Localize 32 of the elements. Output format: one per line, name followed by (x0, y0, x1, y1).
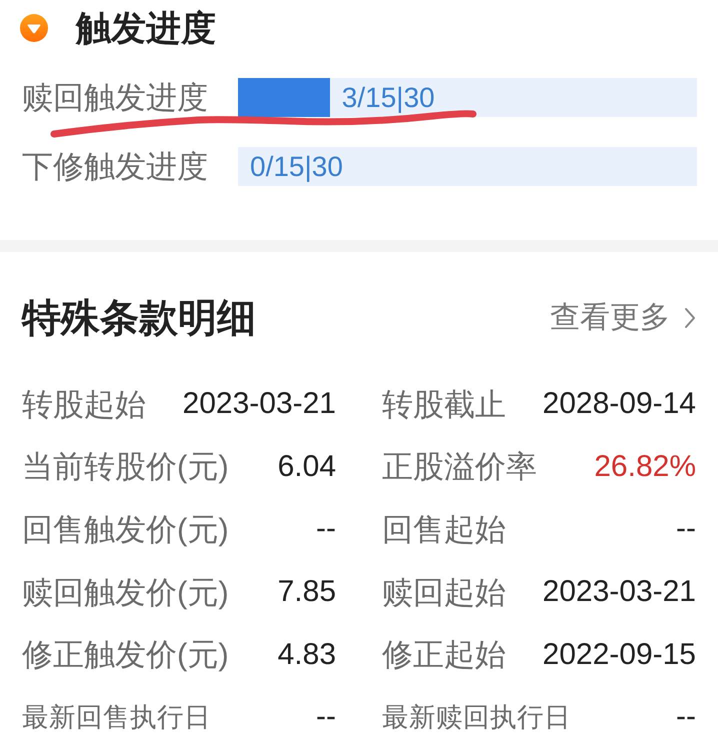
term-value: -- (316, 514, 336, 544)
term-value: -- (316, 702, 336, 732)
term-label: 转股截止 (382, 388, 506, 420)
term-value: 2028-09-14 (542, 389, 696, 420)
term-label: 赎回触发价(元) (22, 576, 229, 608)
term-label: 修正触发价(元) (22, 639, 229, 670)
term-label: 最新赎回执行日 (382, 704, 571, 731)
term-label: 赎回起始 (382, 576, 506, 608)
chevron-right-icon (684, 307, 696, 329)
term-value: -- (676, 702, 696, 732)
term-label: 回售触发价(元) (22, 514, 229, 545)
section-title: 触发进度 (76, 10, 216, 46)
term-label: 正股溢价率 (382, 451, 537, 482)
term-label: 转股起始 (22, 388, 146, 420)
term-value: 2022-09-15 (542, 640, 696, 670)
progress-reading: 3/15|30 (342, 84, 435, 112)
progress-label: 下修触发进度 (21, 151, 209, 182)
term-label: 最新回售执行日 (22, 704, 211, 731)
progress-reading: 0/15|30 (250, 152, 343, 180)
term-value: 7.85 (278, 577, 336, 608)
term-value: 26.82% (594, 452, 696, 482)
progress-label: 赎回触发进度 (21, 82, 209, 113)
view-more-link[interactable]: 查看更多 (550, 303, 696, 333)
term-value: 6.04 (278, 452, 336, 482)
term-label: 回售起始 (382, 514, 506, 545)
term-label: 当前转股价(元) (22, 451, 229, 482)
term-label: 修正起始 (382, 639, 506, 670)
term-value: 2023-03-21 (542, 577, 696, 608)
section-title: 特殊条款明细 (22, 298, 256, 338)
term-value: 2023-03-21 (182, 389, 336, 420)
term-value: 4.83 (278, 640, 336, 670)
term-value: -- (676, 514, 696, 544)
